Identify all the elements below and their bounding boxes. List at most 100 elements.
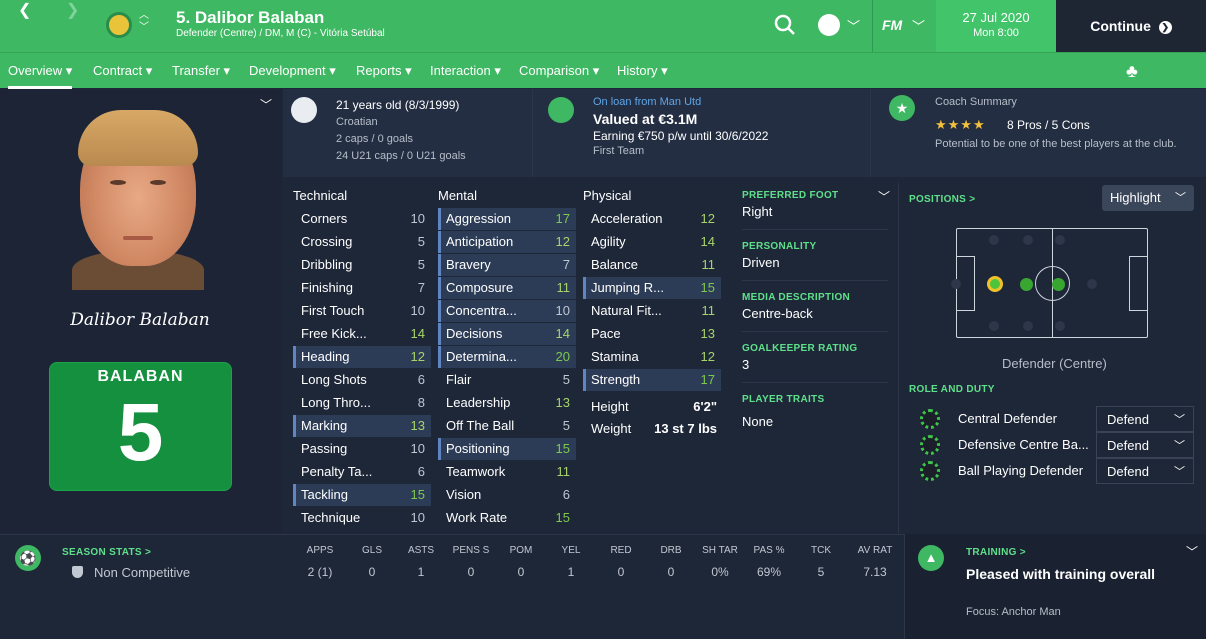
attribute-value: 5 [562, 372, 570, 387]
attribute-row[interactable]: Crossing 5 [293, 231, 431, 253]
attribute-row[interactable]: Flair 5 [438, 369, 576, 391]
tab-reports[interactable]: Reports ▾ [356, 53, 412, 89]
attribute-row[interactable]: Balance 11 [583, 254, 721, 276]
attribute-row[interactable]: Natural Fit... 11 [583, 300, 721, 322]
attribute-row[interactable]: Long Thro... 8 [293, 392, 431, 414]
attribute-row[interactable]: Penalty Ta... 6 [293, 461, 431, 483]
duty-dropdown[interactable]: Defend ﹀ [1096, 432, 1194, 458]
attribute-row[interactable]: Strength 17 [583, 369, 721, 391]
chevron-down-icon[interactable]: ﹀ [847, 16, 860, 35]
attribute-row[interactable]: Heading 12 [293, 346, 431, 368]
attribute-row[interactable]: Acceleration 12 [583, 208, 721, 230]
highlight-dropdown[interactable]: Highlight ﹀ [1102, 185, 1194, 211]
attribute-row[interactable]: Off The Ball 5 [438, 415, 576, 437]
stat-header: PENS S [452, 545, 490, 556]
squad-icon[interactable]: ♣ [1126, 53, 1138, 89]
attribute-name: Positioning [446, 441, 510, 456]
caps: 2 caps / 0 goals [336, 133, 414, 145]
continue-label: Continue [1090, 18, 1151, 34]
attribute-row[interactable]: Technique 10 [293, 507, 431, 529]
position-dot [1055, 321, 1065, 331]
tab-contract[interactable]: Contract ▾ [93, 53, 152, 89]
attribute-name: First Touch [301, 303, 365, 318]
attribute-row[interactable]: Aggression 17 [438, 208, 576, 230]
attribute-row[interactable]: Long Shots 6 [293, 369, 431, 391]
attribute-row[interactable]: Teamwork 11 [438, 461, 576, 483]
attribute-row[interactable]: Free Kick... 14 [293, 323, 431, 345]
fm-menu-button[interactable]: FM [882, 17, 902, 33]
player-hair [78, 110, 198, 166]
player-traits: None [742, 414, 774, 429]
attribute-row[interactable]: Marking 13 [293, 415, 431, 437]
tab-comparison[interactable]: Comparison ▾ [519, 53, 599, 89]
attribute-row[interactable]: Finishing 7 [293, 277, 431, 299]
duty-dropdown[interactable]: Defend ﹀ [1096, 458, 1194, 484]
club-switch-chevrons-icon[interactable]: ︿ ﹀ [139, 10, 149, 34]
attribute-row[interactable]: Tackling 15 [293, 484, 431, 506]
attribute-row[interactable]: Dribbling 5 [293, 254, 431, 276]
duty-dropdown[interactable]: Defend ﹀ [1096, 406, 1194, 432]
attribute-row[interactable]: Passing 10 [293, 438, 431, 460]
training-link[interactable]: TRAINING > [966, 547, 1026, 558]
tab-transfer[interactable]: Transfer ▾ [172, 53, 230, 89]
attribute-row[interactable]: Work Rate 15 [438, 507, 576, 529]
attribute-row[interactable]: Anticipation 12 [438, 231, 576, 253]
attribute-row[interactable]: Positioning 15 [438, 438, 576, 460]
attribute-row[interactable]: Agility 14 [583, 231, 721, 253]
attribute-value: 12 [700, 349, 715, 364]
attribute-value: 6 [417, 372, 425, 387]
chevron-down-icon[interactable]: ﹀ [912, 16, 925, 35]
search-icon[interactable] [774, 14, 796, 36]
tab-development[interactable]: Development ▾ [249, 53, 336, 89]
attribute-row[interactable]: Corners 10 [293, 208, 431, 230]
globe-icon[interactable] [818, 14, 840, 36]
attribute-value: 7 [562, 257, 570, 272]
attribute-row[interactable]: Determina... 20 [438, 346, 576, 368]
forward-arrow-icon[interactable]: ❯ [66, 0, 92, 20]
nationality: Croatian [336, 116, 378, 128]
potential-text: Potential to be one of the best players … [935, 138, 1177, 150]
season-stats-link[interactable]: SEASON STATS > [62, 547, 151, 558]
chevron-down-icon: ﹀ [1174, 414, 1185, 426]
role-row[interactable]: Central Defender Defend ﹀ [908, 406, 1196, 432]
positions-link[interactable]: POSITIONS > [909, 194, 975, 205]
attribute-row[interactable]: Stamina 12 [583, 346, 721, 368]
attribute-row[interactable]: First Touch 10 [293, 300, 431, 322]
attribute-row[interactable]: Composure 11 [438, 277, 576, 299]
tab-history[interactable]: History ▾ [617, 53, 668, 89]
attribute-value: 12 [410, 349, 425, 364]
stat-value: 7.13 [863, 565, 887, 579]
chevron-down-icon[interactable]: ﹀ [260, 96, 272, 113]
player-subtitle: Defender (Centre) / DM, M (C) - Vitória … [176, 28, 385, 39]
tab-interaction[interactable]: Interaction ▾ [430, 53, 501, 89]
attribute-name: Passing [301, 441, 348, 456]
divider [742, 382, 888, 383]
club-crest-icon[interactable] [106, 12, 132, 38]
attribute-row[interactable]: Pace 13 [583, 323, 721, 345]
role-row[interactable]: Defensive Centre Ba... Defend ﹀ [908, 432, 1196, 458]
attribute-name: Composure [446, 280, 514, 295]
attribute-row[interactable]: Leadership 13 [438, 392, 576, 414]
chevron-down-icon[interactable]: ﹀ [878, 188, 890, 205]
tab-overview[interactable]: Overview ▾ [8, 53, 73, 89]
attribute-row[interactable]: Jumping R... 15 [583, 277, 721, 299]
attribute-name: Marking [301, 418, 348, 433]
pros-cons[interactable]: 8 Pros / 5 Cons [1007, 118, 1090, 132]
mental-header: Mental [438, 188, 478, 203]
attribute-value: 12 [700, 211, 715, 226]
attribute-row[interactable]: Bravery 7 [438, 254, 576, 276]
position-name: Defender (Centre) [1002, 356, 1107, 371]
role-row[interactable]: Ball Playing Defender Defend ﹀ [908, 458, 1196, 484]
continue-button[interactable]: Continue ❯ [1056, 0, 1206, 52]
back-arrow-icon[interactable]: ❮ [18, 0, 44, 20]
attribute-value: 10 [555, 303, 570, 318]
loan-link[interactable]: On loan from Man Utd [593, 96, 701, 108]
attribute-row[interactable]: Vision 6 [438, 484, 576, 506]
chevron-down-icon[interactable]: ﹀ [1186, 543, 1198, 560]
date-box[interactable]: 27 Jul 2020 Mon 8:00 [936, 0, 1056, 52]
training-focus: Focus: Anchor Man [966, 606, 1061, 618]
u21-caps: 24 U21 caps / 0 U21 goals [336, 150, 466, 162]
attribute-row[interactable]: Concentra... 10 [438, 300, 576, 322]
attribute-row[interactable]: Decisions 14 [438, 323, 576, 345]
role-icon [920, 435, 940, 455]
